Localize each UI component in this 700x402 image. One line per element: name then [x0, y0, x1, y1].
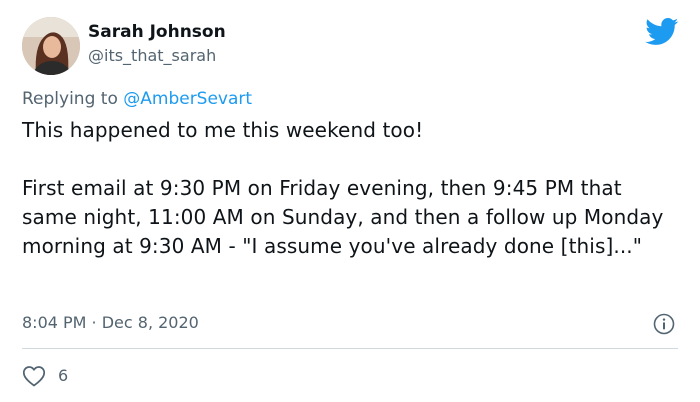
info-icon[interactable]: [652, 312, 676, 336]
avatar[interactable]: [22, 17, 80, 75]
replying-to-label: Replying to: [22, 89, 124, 109]
reply-mention-link[interactable]: @AmberSevart: [123, 89, 252, 109]
twitter-bird-icon[interactable]: [645, 18, 679, 46]
author-name[interactable]: Sarah Johnson: [88, 21, 226, 43]
author-handle[interactable]: @its_that_sarah: [88, 46, 216, 66]
like-button[interactable]: 6: [22, 364, 68, 388]
avatar-image: [22, 17, 80, 75]
replying-to: Replying to @AmberSevart: [22, 88, 252, 110]
tweet-text: This happened to me this weekend too! Fi…: [22, 118, 664, 258]
divider: [22, 348, 678, 349]
heart-icon: [22, 366, 46, 387]
tweet-timestamp[interactable]: 8:04 PM · Dec 8, 2020: [22, 313, 199, 333]
tweet-card: Sarah Johnson @its_that_sarah Replying t…: [0, 0, 700, 402]
like-count: 6: [58, 366, 69, 385]
